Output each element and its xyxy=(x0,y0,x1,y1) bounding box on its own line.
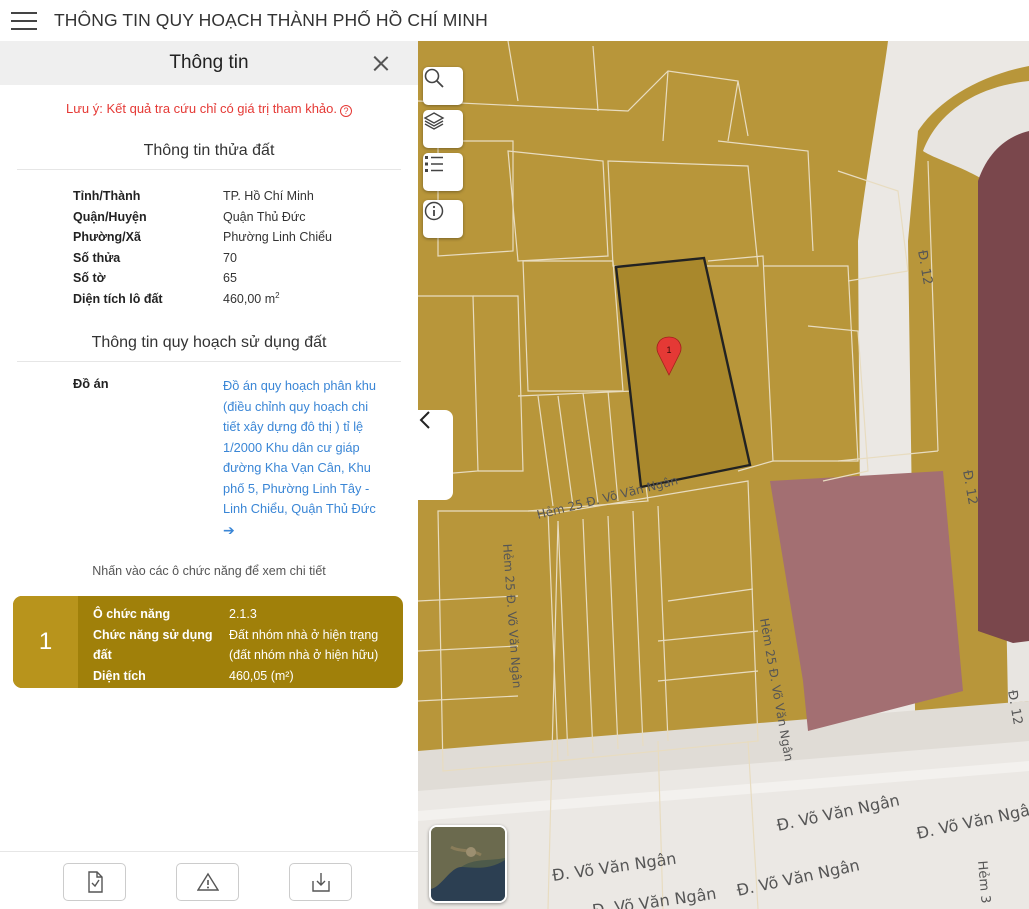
info-label: Phường/Xã xyxy=(73,230,141,245)
info-value: 460,00 m2 xyxy=(223,291,280,306)
panel-header: Thông tin xyxy=(0,41,418,85)
satellite-thumbnail-icon xyxy=(431,827,505,901)
info-row: Số thửa 70 xyxy=(73,248,418,269)
function-details: Ô chức năng 2.1.3 Chức năng sử dụng đất Đấ… xyxy=(78,596,389,688)
plan-row: Đồ án Đồ án quy hoạch phân khu (điều chỉ… xyxy=(73,376,418,540)
divider xyxy=(17,169,401,170)
plan-link[interactable]: Đồ án quy hoạch phân khu (điều chỉnh quy… xyxy=(223,376,383,540)
function-row: Ô chức năng 2.1.3 xyxy=(93,604,389,625)
info-label: Tỉnh/Thành xyxy=(73,189,141,204)
search-button[interactable] xyxy=(423,67,463,105)
info-label: Quận/Huyện xyxy=(73,209,147,224)
function-row: Diện tích 460,05 (m²) xyxy=(93,666,389,687)
function-label: Diện tích xyxy=(93,668,146,683)
hint-text: Nhấn vào các ô chức năng để xem chi tiết xyxy=(92,564,326,578)
info-panel: Thông tin Lưu ý: Kết quả tra cứu chỉ có … xyxy=(0,41,418,909)
info-label: Số thửa xyxy=(73,250,121,265)
search-icon xyxy=(424,68,444,88)
parcel-section-title: Thông tin thửa đất xyxy=(143,142,275,159)
info-label: Số tờ xyxy=(73,271,106,286)
info-row: Tỉnh/Thành TP. Hồ Chí Minh xyxy=(73,186,418,207)
legend-list-icon xyxy=(425,156,443,172)
function-number: 1 xyxy=(13,596,78,688)
map-canvas[interactable]: 1 Đ. 12 Đ. 12 Đ. 12 Hẻm 25 Đ. Võ Văn Ngâ… xyxy=(418,41,1029,909)
document-icon xyxy=(87,871,103,893)
info-value: Quận Thủ Đức xyxy=(223,209,306,224)
close-icon[interactable] xyxy=(370,52,392,74)
collapse-panel-button[interactable] xyxy=(418,410,453,500)
info-button[interactable] xyxy=(423,200,463,238)
info-value: TP. Hồ Chí Minh xyxy=(223,189,314,204)
info-value: 70 xyxy=(223,250,237,265)
help-icon[interactable]: ? xyxy=(340,105,353,117)
document-button[interactable] xyxy=(63,863,126,901)
satellite-basemap-toggle[interactable] xyxy=(429,825,507,903)
area-value: 460,00 m xyxy=(223,292,276,307)
layers-button[interactable] xyxy=(423,110,463,148)
app-title: THÔNG TIN QUY HOẠCH THÀNH PHỐ HỒ CHÍ MIN… xyxy=(54,10,488,30)
parcel-info-table: Tỉnh/Thành TP. Hồ Chí Minh Quận/Huyện Quận… xyxy=(73,186,418,309)
info-value: 65 xyxy=(223,271,237,286)
warning-icon xyxy=(196,872,219,891)
plan-link-text[interactable]: Đồ án quy hoạch phân khu (điều chỉnh quy… xyxy=(223,378,376,516)
plan-section-title: Thông tin quy hoạch sử dụng đất xyxy=(91,334,327,351)
menu-icon[interactable] xyxy=(11,11,37,30)
map-view[interactable]: 1 Đ. 12 Đ. 12 Đ. 12 Hẻm 25 Đ. Võ Văn Ngâ… xyxy=(418,41,1029,909)
function-label: Ô chức năng xyxy=(93,607,171,621)
info-label: Diện tích lô đất xyxy=(73,291,163,306)
plan-label: Đồ án xyxy=(73,376,109,391)
function-label: Chức năng sử dụng đất xyxy=(93,627,213,663)
bottom-toolbar xyxy=(0,851,418,909)
panel-title: Thông tin xyxy=(169,52,249,73)
info-icon xyxy=(424,201,444,221)
disclaimer-text: Lưu ý: Kết quả tra cứu chỉ có giá trị th… xyxy=(65,101,338,116)
divider xyxy=(17,361,401,362)
info-row: Phường/Xã Phường Linh Chiểu xyxy=(73,227,418,248)
info-row: Số tờ 65 xyxy=(73,268,418,289)
arrow-right-icon[interactable]: ➔ xyxy=(223,520,383,541)
download-button[interactable] xyxy=(289,863,352,901)
function-value: Đất nhóm nhà ở hiện trạng (đất nhóm nhà … xyxy=(229,627,379,663)
chevron-left-icon xyxy=(419,411,430,429)
marker-label: 1 xyxy=(666,345,671,355)
function-cell-card[interactable]: 1 Ô chức năng 2.1.3 Chức năng sử dụng đất… xyxy=(13,596,403,688)
disclaimer-note: Lưu ý: Kết quả tra cứu chỉ có giá trị th… xyxy=(0,101,418,117)
function-value: 2.1.3 xyxy=(229,607,257,621)
legend-button[interactable] xyxy=(423,153,463,191)
function-row: Chức năng sử dụng đất Đất nhóm nhà ở hiện… xyxy=(93,625,389,666)
info-row: Diện tích lô đất 460,00 m2 xyxy=(73,289,418,310)
info-row: Quận/Huyện Quận Thủ Đức xyxy=(73,207,418,228)
layers-icon xyxy=(423,112,445,130)
info-value: Phường Linh Chiểu xyxy=(223,230,332,245)
report-button[interactable] xyxy=(176,863,239,901)
download-icon xyxy=(311,873,330,892)
top-bar: THÔNG TIN QUY HOẠCH THÀNH PHỐ HỒ CHÍ MIN… xyxy=(0,0,1029,41)
area-unit-sup: 2 xyxy=(275,291,280,301)
function-value: 460,05 (m²) xyxy=(229,668,294,683)
